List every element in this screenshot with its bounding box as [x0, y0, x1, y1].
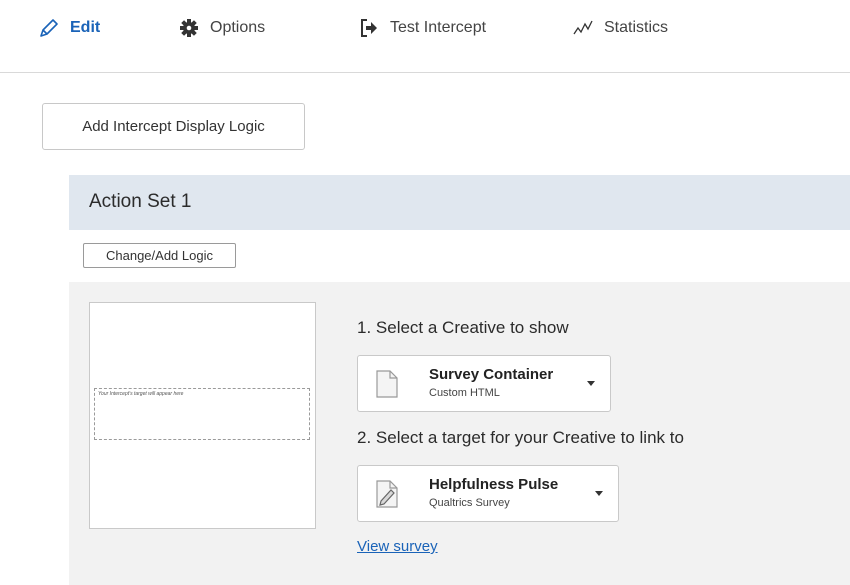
- chevron-down-icon: [587, 381, 595, 386]
- creative-title: Survey Container: [429, 366, 554, 383]
- top-navigation: Edit Options Test Intercept Statistics: [0, 0, 850, 73]
- chevron-down-icon: [595, 491, 603, 496]
- line-chart-icon: [573, 20, 593, 35]
- document-icon: [376, 370, 398, 398]
- creative-dropdown[interactable]: Survey Container Custom HTML: [357, 355, 611, 412]
- target-dropdown[interactable]: Helpfulness Pulse Qualtrics Survey: [357, 465, 619, 522]
- target-subtitle: Qualtrics Survey: [429, 497, 510, 509]
- step2-label: 2. Select a target for your Creative to …: [357, 428, 684, 447]
- action-set-header: Action Set 1: [69, 175, 850, 230]
- tab-options[interactable]: Options: [178, 16, 265, 40]
- sign-in-icon: [361, 19, 377, 37]
- survey-document-icon: [376, 480, 398, 508]
- creative-subtitle: Custom HTML: [429, 387, 500, 399]
- tab-test-intercept[interactable]: Test Intercept: [358, 16, 486, 40]
- action-panel: Your Intercept's target will appear here…: [69, 282, 850, 585]
- gear-icon: [180, 19, 198, 37]
- tab-edit-label: Edit: [70, 19, 101, 36]
- preview-target-placeholder: Your Intercept's target will appear here: [94, 388, 310, 440]
- pencil-icon: [40, 19, 58, 37]
- tab-options-label: Options: [210, 19, 266, 36]
- tab-statistics[interactable]: Statistics: [572, 16, 668, 40]
- tab-statistics-label: Statistics: [604, 19, 669, 36]
- step1-label: 1. Select a Creative to show: [357, 318, 569, 337]
- creative-preview: Your Intercept's target will appear here: [89, 302, 316, 529]
- tab-edit[interactable]: Edit: [38, 16, 100, 40]
- action-set-title: Action Set 1: [89, 191, 192, 212]
- add-intercept-display-logic-button[interactable]: Add Intercept Display Logic: [42, 103, 305, 150]
- tab-test-intercept-label: Test Intercept: [390, 19, 487, 36]
- view-survey-link[interactable]: View survey: [357, 538, 438, 555]
- target-title: Helpfulness Pulse: [429, 476, 559, 493]
- change-add-logic-button[interactable]: Change/Add Logic: [83, 243, 236, 268]
